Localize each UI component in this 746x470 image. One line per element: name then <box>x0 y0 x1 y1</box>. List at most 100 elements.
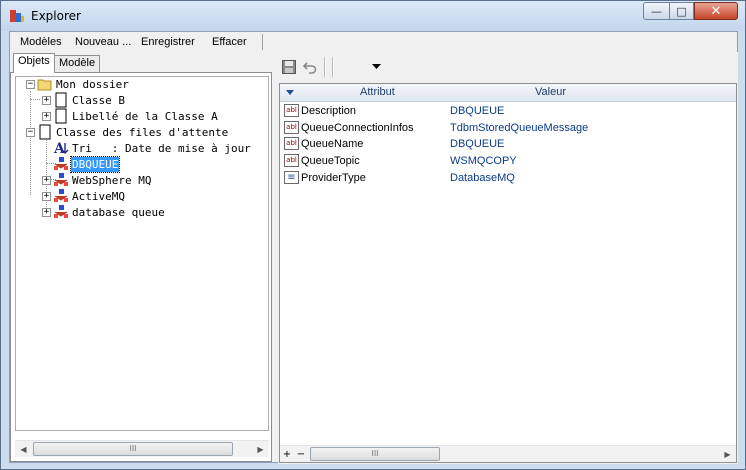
tree-node-classe-b[interactable]: + Classe B <box>16 92 266 108</box>
tree-node-database-queue[interactable]: + database queue <box>16 205 266 220</box>
menu-separator <box>262 34 263 50</box>
tree-node-libelle[interactable]: + Libellé de la Classe A <box>16 108 266 124</box>
text-field-icon: abl <box>284 137 299 150</box>
objects-panel: − Mon dossier + Classe B + Libellé de la… <box>10 72 272 462</box>
scroll-right-icon[interactable]: ▶ <box>719 446 736 462</box>
scroll-thumb[interactable]: III <box>33 442 233 456</box>
sort-icon: A <box>53 141 69 156</box>
undo-button[interactable] <box>300 57 320 77</box>
close-button[interactable]: ✕ <box>694 2 738 20</box>
scroll-thumb[interactable]: III <box>310 447 440 461</box>
tree-label: Libellé de la Classe A <box>72 110 218 123</box>
property-grid[interactable]: Attribut Valeur abl Description DBQUEUE … <box>279 83 737 463</box>
queue-icon <box>54 205 68 218</box>
property-name: QueueConnectionInfos <box>301 122 414 134</box>
property-value[interactable]: DatabaseMQ <box>450 170 515 186</box>
column-header-valeur[interactable]: Valeur <box>535 86 566 98</box>
toolbar-dropdown-button[interactable] <box>366 57 386 77</box>
window-title: Explorer <box>31 9 81 23</box>
menu-bar: Modèles Nouveau ... Enregistrer Effacer <box>10 32 737 52</box>
expand-icon[interactable]: + <box>42 192 51 201</box>
add-row-icon[interactable]: + <box>280 446 294 462</box>
tree-label: WebSphere MQ <box>72 174 152 187</box>
save-icon <box>282 60 296 74</box>
menu-effacer[interactable]: Effacer <box>212 36 247 48</box>
toolbar-separator <box>332 57 334 77</box>
minimize-button[interactable]: — <box>643 2 669 20</box>
maximize-button[interactable]: □ <box>669 2 694 20</box>
property-value[interactable]: DBQUEUE <box>450 136 504 152</box>
close-icon: ✕ <box>710 3 722 19</box>
property-value[interactable]: WSMQCOPY <box>450 153 517 169</box>
properties-panel: Attribut Valeur abl Description DBQUEUE … <box>278 52 738 464</box>
folder-icon <box>37 79 52 91</box>
tree-label: Classe B <box>72 94 125 107</box>
tree-node-websphere[interactable]: + WebSphere MQ <box>16 173 266 188</box>
property-name: ProviderType <box>301 172 366 184</box>
property-row[interactable]: abl QueueName DBQUEUE <box>280 136 736 152</box>
tree-node-files[interactable]: − Classe des files d'attente <box>16 124 266 140</box>
collapse-icon[interactable]: − <box>26 128 35 137</box>
queue-icon <box>54 173 68 186</box>
expand-icon[interactable]: + <box>42 96 51 105</box>
tree-label: database queue <box>72 206 165 219</box>
toolbar-separator <box>324 57 326 77</box>
explorer-window: Explorer — □ ✕ Modèles Nouveau ... Enreg… <box>0 0 746 470</box>
text-field-icon: abl <box>284 154 299 167</box>
menu-enregistrer[interactable]: Enregistrer <box>141 36 195 48</box>
collapse-icon[interactable]: − <box>26 80 35 89</box>
queue-icon <box>54 157 68 170</box>
column-header-attribut[interactable]: Attribut <box>360 86 395 98</box>
tree-node-root[interactable]: − Mon dossier <box>16 77 266 92</box>
expand-icon[interactable]: + <box>42 208 51 217</box>
property-name: Description <box>301 105 357 117</box>
tree-node-tri[interactable]: A Tri : Date de mise à jour <box>16 141 268 156</box>
client-area: Modèles Nouveau ... Enregistrer Effacer … <box>9 31 738 464</box>
property-value[interactable]: TdbmStoredQueueMessage <box>450 120 588 136</box>
property-row[interactable]: abl QueueTopic WSMQCOPY <box>280 153 736 169</box>
property-row[interactable]: ≡ ProviderType DatabaseMQ <box>280 170 736 186</box>
maximize-icon: □ <box>676 4 687 18</box>
grid-header: Attribut Valeur <box>280 84 736 102</box>
document-icon <box>55 108 67 124</box>
tree-label: DBQUEUE <box>69 156 121 173</box>
tree-node-activemq[interactable]: + ActiveMQ <box>16 189 266 204</box>
expand-icon[interactable]: + <box>42 176 51 185</box>
menu-modeles[interactable]: Modèles <box>20 36 62 48</box>
property-name: QueueName <box>301 138 364 150</box>
tree-node-dbqueue[interactable]: DBQUEUE <box>16 156 266 173</box>
property-row[interactable]: abl Description DBQUEUE <box>280 103 736 119</box>
tree-label: ActiveMQ <box>72 190 125 203</box>
property-value[interactable]: DBQUEUE <box>450 103 504 119</box>
tab-modele[interactable]: Modèle <box>54 55 101 72</box>
title-bar[interactable]: Explorer — □ ✕ <box>1 1 745 31</box>
tree-label: Classe des files d'attente <box>56 126 229 139</box>
menu-nouveau[interactable]: Nouveau ... <box>75 36 131 48</box>
grid-horizontal-scrollbar[interactable]: + − III ▶ <box>280 445 736 462</box>
save-button[interactable] <box>279 57 299 77</box>
text-field-icon: abl <box>284 104 299 117</box>
tree-horizontal-scrollbar[interactable]: ◀ III ▶ <box>15 440 269 457</box>
minimize-icon: — <box>651 4 662 18</box>
scroll-right-icon[interactable]: ▶ <box>252 441 269 457</box>
tab-objets[interactable]: Objets <box>13 53 55 73</box>
tree-label: Mon dossier <box>56 78 129 91</box>
document-icon <box>55 92 67 108</box>
tree-label: Tri : Date de mise à jour <box>72 142 251 155</box>
dropdown-arrow-icon <box>371 64 381 69</box>
sort-arrow-icon[interactable] <box>286 90 294 95</box>
remove-row-icon[interactable]: − <box>294 446 308 462</box>
object-tree[interactable]: − Mon dossier + Classe B + Libellé de la… <box>15 76 269 431</box>
queue-icon <box>54 189 68 202</box>
property-name: QueueTopic <box>301 155 360 167</box>
scroll-left-icon[interactable]: ◀ <box>15 441 32 457</box>
text-field-icon: abl <box>284 121 299 134</box>
svg-text:A: A <box>53 141 66 156</box>
app-icon <box>10 10 24 22</box>
undo-icon <box>303 62 317 74</box>
document-icon <box>39 124 51 140</box>
expand-icon[interactable]: + <box>42 112 51 121</box>
properties-toolbar <box>278 54 736 80</box>
list-field-icon: ≡ <box>284 171 299 184</box>
property-row[interactable]: abl QueueConnectionInfos TdbmStoredQueue… <box>280 120 736 136</box>
